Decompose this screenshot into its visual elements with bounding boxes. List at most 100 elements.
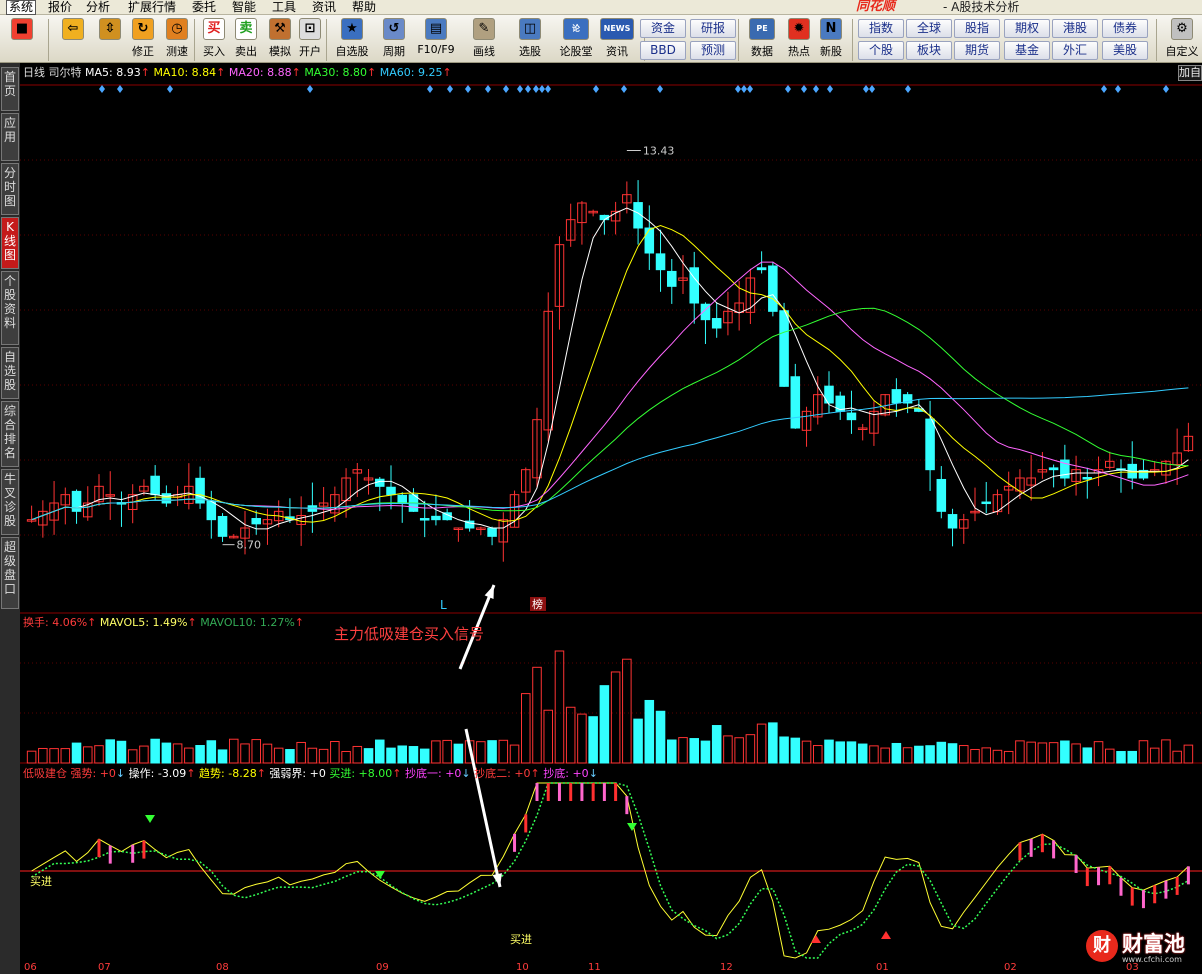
- quick-button-0[interactable]: 资金: [640, 19, 686, 38]
- select-stock-button[interactable]: ◫ 选股: [510, 18, 550, 62]
- watermark: 财 财富池 www.cfchi.com: [1084, 928, 1200, 972]
- ma-name: MA30: [304, 66, 336, 79]
- candle-body: [397, 494, 407, 504]
- volume-bar: [352, 745, 363, 764]
- quick-button-13[interactable]: 基金: [1004, 41, 1050, 60]
- pen-button[interactable]: ✎ 画线: [464, 18, 504, 62]
- news-button[interactable]: NEWS 资讯: [600, 18, 634, 62]
- diamond-icon: [503, 85, 509, 93]
- sidebar-tab-0[interactable]: 首页: [1, 67, 19, 111]
- menu-item-0[interactable]: 系统: [6, 0, 37, 15]
- sidebar-tab-1[interactable]: 应用: [1, 113, 19, 161]
- back-arrow-button[interactable]: ⇦: [58, 18, 88, 62]
- hot-button[interactable]: ✹ 热点: [784, 18, 814, 62]
- sell-button[interactable]: 卖卖出: [232, 18, 260, 62]
- refresh-button[interactable]: ↻ 修正: [128, 18, 158, 62]
- menu-item-8[interactable]: 帮助: [350, 0, 378, 15]
- up-down-arrows-button[interactable]: ⇳: [96, 18, 124, 62]
- buy-button[interactable]: 买买入: [200, 18, 228, 62]
- quick-button-14[interactable]: 外汇: [1052, 41, 1098, 60]
- f10-icon: ▤: [425, 18, 447, 40]
- candle-body: [981, 501, 991, 505]
- quick-button-1[interactable]: 研报: [690, 19, 736, 38]
- forum-button[interactable]: 论论股堂: [556, 18, 596, 62]
- sidebar-tab-2[interactable]: 分时图: [1, 163, 19, 215]
- chart-canvas[interactable]: 13.438.70L 榜买进买进: [20, 63, 1202, 974]
- quick-button-9[interactable]: 债券: [1102, 19, 1148, 38]
- sidebar-tab-3[interactable]: K线图: [1, 217, 19, 269]
- toolbar-label: 画线: [473, 45, 495, 58]
- sidebar-tab-4[interactable]: 个股资料: [1, 271, 19, 345]
- quick-button-7[interactable]: 期权: [1004, 19, 1050, 38]
- ind-name: 操作: [128, 767, 151, 780]
- candle-body: [667, 270, 677, 287]
- ind-value: +0: [572, 767, 589, 780]
- quick-button-3[interactable]: 预测: [690, 41, 736, 60]
- candle-body: [891, 389, 902, 404]
- up-arrow-icon: ↑: [367, 66, 377, 79]
- sidebar-tab-6[interactable]: 综合排名: [1, 401, 19, 467]
- menu-item-4[interactable]: 委托: [190, 0, 218, 15]
- volume-bar: [307, 747, 318, 764]
- sidebar-tab-8[interactable]: 超级盘口: [1, 537, 19, 609]
- menu-item-5[interactable]: 智能: [230, 0, 258, 15]
- diamond-icon: [801, 85, 807, 93]
- clock-icon: ◷: [166, 18, 188, 40]
- volume-bar: [1093, 741, 1104, 764]
- sidebar-tab-5[interactable]: 自选股: [1, 347, 19, 399]
- customize-button[interactable]: ⚙ 自定义: [1162, 18, 1202, 62]
- lock-button[interactable]: ⊡ 开户: [296, 18, 324, 62]
- volume-bar: [880, 747, 890, 764]
- ind-value: +0: [309, 767, 326, 780]
- chart-area[interactable]: 13.43 8.70 L 榜买进 买进 日线 司尔特 MA5: 8.93↑ MA10: …: [20, 63, 1202, 974]
- menu-item-3[interactable]: 扩展行情: [126, 0, 178, 15]
- quick-button-11[interactable]: 板块: [906, 41, 952, 60]
- diamond-icon: [545, 85, 551, 93]
- up-arrow-icon: ↑: [530, 767, 540, 780]
- volume-bar: [981, 747, 991, 764]
- windows-button[interactable]: ■: [8, 18, 36, 62]
- hot-icon: ✹: [788, 18, 810, 40]
- volume-bar: [1003, 750, 1014, 764]
- quick-button-4[interactable]: 指数: [858, 19, 904, 38]
- new-stock-button[interactable]: N 新股: [816, 18, 846, 62]
- candles: [26, 180, 1194, 562]
- menu-item-6[interactable]: 工具: [270, 0, 298, 15]
- cycle-icon: ↺: [383, 18, 405, 40]
- hammer-button[interactable]: ⚒ 模拟: [266, 18, 294, 62]
- volume-bar: [498, 739, 509, 764]
- quick-button-2[interactable]: BBD: [640, 41, 686, 60]
- clock-button[interactable]: ◷ 测速: [162, 18, 192, 62]
- quick-button-15[interactable]: 美股: [1102, 41, 1148, 60]
- sep: :: [351, 767, 359, 780]
- volume-bar: [947, 743, 958, 764]
- quick-button-10[interactable]: 个股: [858, 41, 904, 60]
- ma5-line: [31, 207, 1189, 530]
- quick-button-8[interactable]: 港股: [1052, 19, 1098, 38]
- vol-value: 1.49%: [152, 616, 188, 629]
- high-label: 13.43: [643, 145, 675, 158]
- quick-button-6[interactable]: 股指: [954, 19, 1000, 38]
- star-button[interactable]: ★ 自选股: [332, 18, 372, 62]
- volume-bar: [1105, 748, 1115, 764]
- quick-button-12[interactable]: 期货: [954, 41, 1000, 60]
- quick-button-5[interactable]: 全球: [906, 19, 952, 38]
- cycle-button[interactable]: ↺ 周期: [376, 18, 412, 62]
- toolbar-label: 热点: [788, 45, 810, 58]
- left-sidebar: 首页 应用分时图 K线图个股资料自选股综合排名牛叉诊股超级盘口: [0, 63, 20, 974]
- menu-item-1[interactable]: 报价: [46, 0, 74, 15]
- sidebar-tab-7[interactable]: 牛叉诊股: [1, 469, 19, 535]
- volume-bar: [959, 745, 969, 764]
- volume-bar: [273, 747, 284, 764]
- volume-bar: [734, 737, 744, 764]
- diamond-icon: [465, 85, 471, 93]
- menu-item-2[interactable]: 分析: [84, 0, 112, 15]
- volume-bar: [363, 748, 374, 764]
- pe-button[interactable]: PE 数据: [746, 18, 778, 62]
- diamond-icon: [447, 85, 453, 93]
- add-custom-button[interactable]: 加自: [1178, 65, 1202, 81]
- f10-button[interactable]: ▤ F10/F9: [416, 18, 456, 62]
- toolbar-label: 测速: [166, 45, 188, 58]
- menu-item-7[interactable]: 资讯: [310, 0, 338, 15]
- toolbar-label: 自选股: [335, 45, 369, 58]
